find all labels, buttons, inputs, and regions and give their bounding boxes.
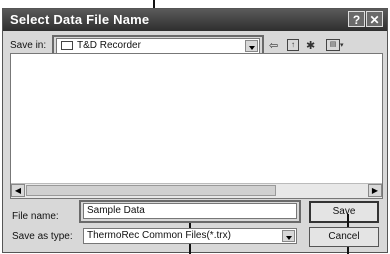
help-button[interactable]: ? (348, 11, 365, 27)
scroll-thumb[interactable] (26, 185, 276, 196)
chevron-down-icon[interactable] (282, 230, 295, 242)
save-button-label: Save (332, 206, 356, 217)
new-folder-icon[interactable]: ✱ (306, 39, 315, 53)
up-folder-icon[interactable]: ↑ (287, 39, 299, 51)
save-as-type-value: ThermoRec Common Files(*.trx) (87, 230, 231, 241)
file-list[interactable]: ◀ ▶ (10, 53, 383, 199)
save-button[interactable]: Save (309, 201, 379, 223)
horizontal-scrollbar[interactable]: ◀ ▶ (11, 183, 382, 198)
views-dropdown-arrow-icon[interactable]: ▾ (340, 39, 344, 53)
save-in-label: Save in: (10, 40, 47, 51)
cancel-button-label: Cancel (328, 231, 360, 242)
save-as-type-label: Save as type: (12, 231, 73, 242)
select-data-file-dialog: Select Data File Name ? ✕ Save in: T&D R… (2, 8, 388, 254)
save-as-type-dropdown[interactable]: ThermoRec Common Files(*.trx) (83, 228, 297, 244)
title-bar: Select Data File Name ? ✕ (3, 9, 387, 31)
file-name-value: Sample Data (87, 205, 145, 216)
dialog-title: Select Data File Name (10, 12, 150, 27)
file-name-label: File name: (12, 211, 59, 222)
save-in-value: T&D Recorder (77, 40, 141, 51)
file-name-input[interactable]: Sample Data (83, 203, 297, 219)
views-menu-icon[interactable]: ▤ (326, 39, 340, 51)
chevron-down-icon[interactable] (245, 40, 258, 52)
cancel-button[interactable]: Cancel (309, 227, 379, 247)
scroll-left-button[interactable]: ◀ (11, 184, 25, 197)
folder-icon (61, 41, 73, 50)
close-button[interactable]: ✕ (366, 11, 383, 27)
scroll-right-button[interactable]: ▶ (368, 184, 382, 197)
back-arrow-icon[interactable]: ⇦ (269, 39, 278, 53)
save-in-dropdown[interactable]: T&D Recorder (56, 38, 260, 54)
